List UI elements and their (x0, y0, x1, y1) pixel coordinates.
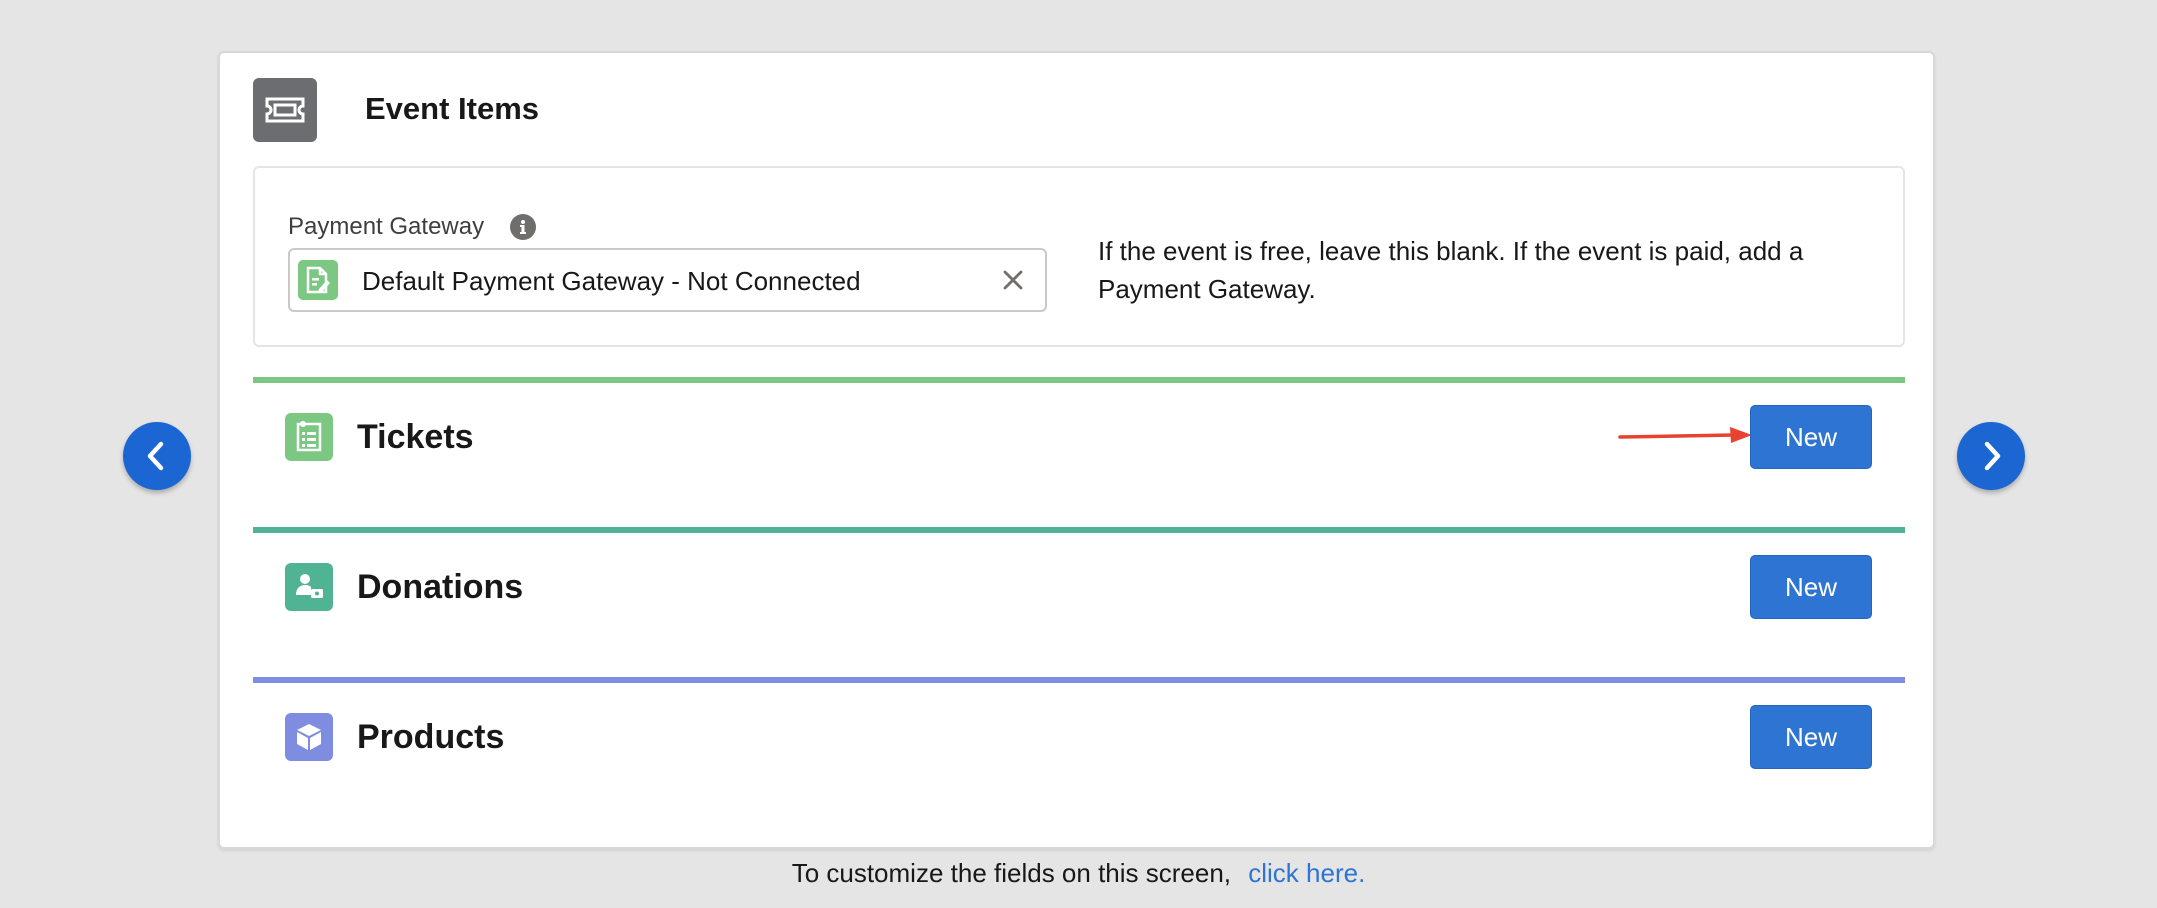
page-title: Event Items (365, 91, 540, 126)
footer-customize-text: To customize the fields on this screen, … (0, 856, 2157, 890)
products-title: Products (357, 718, 505, 756)
annotation-arrow-icon (1618, 427, 1752, 443)
event-items-card: Event Items Payment Gateway Default Paym… (218, 51, 1935, 849)
chevron-right-icon (1984, 441, 2001, 471)
donor-icon (285, 563, 333, 611)
next-button[interactable] (1957, 422, 2025, 490)
info-icon[interactable] (510, 214, 536, 240)
ticket-list-icon (285, 413, 333, 461)
new-donation-button[interactable]: New (1750, 555, 1872, 619)
chevron-left-icon (147, 441, 164, 471)
payment-gateway-label: Payment Gateway (288, 213, 485, 240)
new-ticket-button[interactable]: New (1750, 405, 1872, 469)
new-product-button[interactable]: New (1750, 705, 1872, 769)
payment-gateway-help-text: If the event is free, leave this blank. … (1098, 236, 1804, 304)
close-icon[interactable] (999, 266, 1027, 294)
products-section: Products New (253, 677, 1905, 827)
payment-gateway-panel: Payment Gateway Default Payment Gateway … (253, 166, 1905, 347)
footer-text: To customize the fields on this screen, (791, 858, 1232, 888)
payment-gateway-lookup[interactable]: Default Payment Gateway - Not Connected (288, 248, 1047, 312)
payment-gateway-value: Default Payment Gateway - Not Connected (362, 266, 861, 296)
box-icon (285, 713, 333, 761)
donations-title: Donations (357, 568, 524, 606)
document-edit-icon (298, 260, 338, 300)
customize-fields-link[interactable]: click here. (1248, 858, 1365, 888)
previous-button[interactable] (123, 422, 191, 490)
tickets-accent-bar (253, 377, 1905, 383)
ticket-icon (253, 78, 317, 142)
products-accent-bar (253, 677, 1905, 683)
donations-accent-bar (253, 527, 1905, 533)
donations-section: Donations New (253, 527, 1905, 677)
tickets-title: Tickets (357, 418, 474, 456)
tickets-section: Tickets New (253, 377, 1905, 527)
